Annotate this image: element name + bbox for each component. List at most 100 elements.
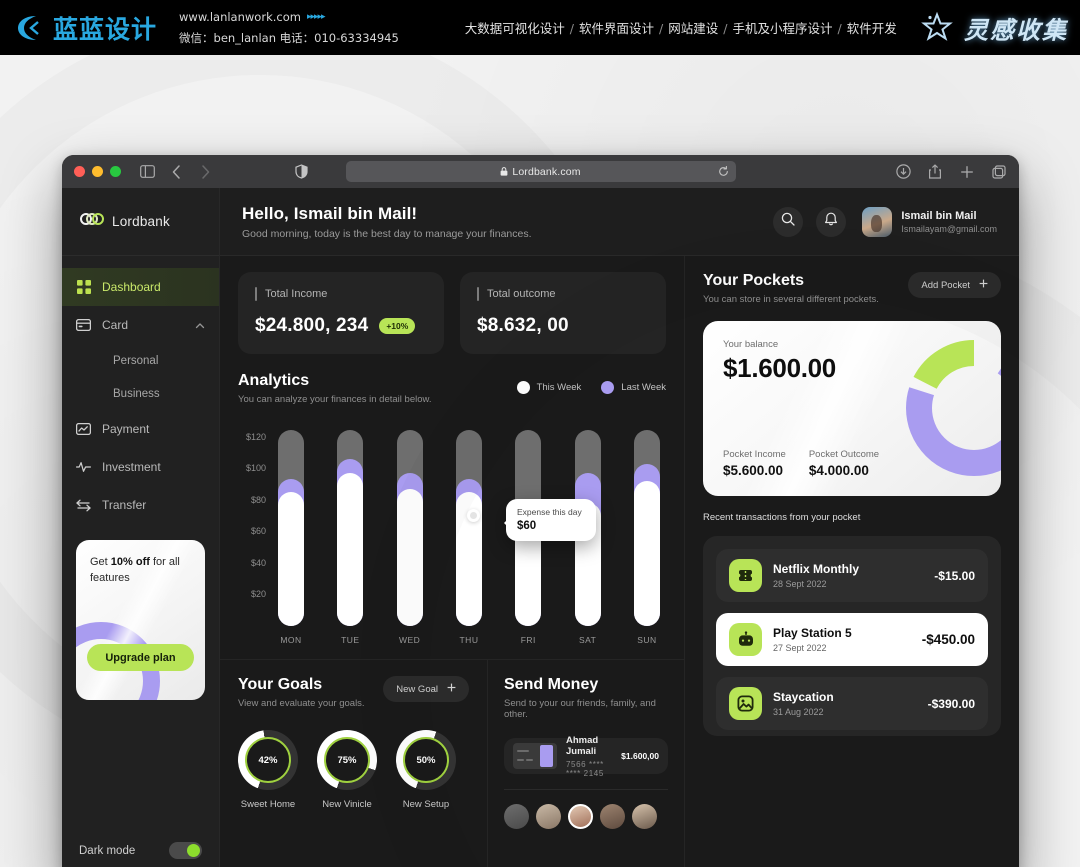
transaction-row[interactable]: Netflix Monthly 28 Sept 2022 -$15.00	[716, 549, 988, 602]
chart-bar-column[interactable]	[396, 421, 423, 626]
y-axis-tick: $100	[245, 463, 266, 474]
bar-last-week	[515, 521, 542, 626]
legend-last-week[interactable]: Last Week	[601, 381, 666, 394]
chart-plot-area	[272, 421, 666, 626]
download-icon[interactable]	[895, 164, 911, 180]
goal-item[interactable]: 42% Sweet Home	[238, 730, 298, 810]
window-traffic-lights[interactable]	[74, 166, 121, 177]
pocket-balance-card: Your balance $1.600.00 Pocket Income $5.…	[703, 321, 1001, 496]
contact-avatar[interactable]	[536, 804, 561, 829]
tab-overview-icon[interactable]	[991, 164, 1007, 180]
sidebar-toggle-icon[interactable]	[139, 164, 155, 180]
maximize-icon[interactable]	[110, 166, 121, 177]
chart-bar-column[interactable]	[337, 421, 364, 626]
app-brand-name: Lordbank	[112, 214, 170, 229]
transaction-date: 28 Sept 2022	[773, 579, 827, 589]
transfer-icon	[76, 498, 91, 513]
x-axis-label: SAT	[578, 635, 597, 645]
goal-progress-ring: 50%	[396, 730, 456, 790]
plus-icon	[447, 683, 456, 695]
sidebar-item-label: Transfer	[102, 498, 147, 512]
sidebar-item-dashboard[interactable]: Dashboard	[62, 268, 219, 306]
legend-label: This Week	[536, 382, 582, 393]
chart-bar-column[interactable]	[574, 421, 601, 626]
sidebar-item-payment[interactable]: Payment	[62, 410, 219, 448]
browser-window: Lordbank.com Lordbank Dashboard Card Per…	[62, 155, 1019, 867]
pockets-column: Your Pockets You can store in several di…	[685, 256, 1019, 867]
x-axis-label: FRI	[520, 635, 536, 645]
shield-icon[interactable]	[294, 164, 309, 179]
user-email: Ismailayam@gmail.com	[901, 223, 997, 234]
chart-legend: This Week Last Week	[516, 372, 666, 394]
minimize-icon[interactable]	[92, 166, 103, 177]
legend-swatch-icon	[601, 381, 615, 394]
content-area: Total Income $24.800, 234 +10% Total out…	[220, 256, 1019, 867]
dark-mode-toggle[interactable]	[169, 842, 202, 859]
transaction-row[interactable]: Play Station 5 27 Sept 2022 -$450.00	[716, 613, 988, 666]
y-axis-tick: $40	[250, 557, 266, 568]
app-brand[interactable]: Lordbank	[62, 188, 219, 256]
chart-tooltip-anchor[interactable]	[467, 509, 480, 522]
share-icon[interactable]	[927, 164, 943, 180]
sidebar-item-investment[interactable]: Investment	[62, 448, 219, 486]
close-icon[interactable]	[74, 166, 85, 177]
add-pocket-button[interactable]: Add Pocket	[908, 272, 1001, 298]
avatar	[862, 206, 893, 237]
app-root: Lordbank Dashboard Card Personal Busines…	[62, 188, 1019, 867]
bar-last-week	[574, 473, 601, 626]
service-separator: /	[659, 21, 664, 36]
analytics-bar-chart: $20 $40 $60 $80 $100 $120 Expense this day $6…	[238, 421, 666, 626]
analytics-header: Analytics You can analyze your finances …	[238, 372, 666, 405]
sidebar-item-card[interactable]: Card	[62, 306, 219, 344]
user-profile[interactable]: Ismail bin Mail Ismailayam@gmail.com	[862, 206, 997, 237]
chart-bar-column[interactable]	[278, 421, 304, 626]
sidebar-subitem-personal[interactable]: Personal	[62, 344, 219, 377]
legend-this-week[interactable]: This Week	[516, 381, 582, 394]
upgrade-plan-button[interactable]: Upgrade plan	[87, 644, 194, 671]
analytics-section: Analytics You can analyze your finances …	[220, 354, 684, 645]
goal-item[interactable]: 50% New Setup	[396, 730, 456, 810]
chart-bar-column[interactable]	[515, 421, 542, 626]
transaction-date: 31 Aug 2022	[773, 707, 824, 717]
back-icon[interactable]	[168, 164, 184, 180]
page-subtitle: Good morning, today is the best day to m…	[242, 227, 532, 240]
sidebar-item-label: Card	[102, 318, 129, 332]
search-icon	[781, 212, 795, 231]
goal-percent: 75%	[324, 737, 370, 783]
promo-text: Get 10% off for all features	[76, 540, 205, 587]
y-axis-tick: $80	[250, 494, 266, 505]
contact-avatar[interactable]	[600, 804, 625, 829]
search-button[interactable]	[773, 206, 804, 237]
bar-track	[574, 430, 601, 626]
transaction-name: Netflix Monthly	[773, 562, 859, 576]
send-money-card[interactable]: Ahmad Jumali 7566 **** **** 2145 $1.600,…	[504, 735, 668, 778]
address-bar[interactable]: Lordbank.com	[345, 161, 736, 182]
bar-this-week	[278, 491, 304, 626]
tooltip-value: $60	[517, 520, 537, 532]
transaction-row[interactable]: Staycation 31 Aug 2022 -$390.00	[716, 677, 988, 730]
contact-avatar[interactable]	[504, 804, 529, 829]
bar-last-week	[455, 479, 482, 626]
new-goal-button[interactable]: New Goal	[383, 676, 469, 702]
new-goal-label: New Goal	[396, 683, 438, 695]
website-text: www.lanlanwork.com	[179, 10, 301, 25]
sidebar-item-transfer[interactable]: Transfer	[62, 486, 219, 524]
reload-icon[interactable]	[718, 165, 729, 177]
pocket-outcome-label: Pocket Outcome	[808, 449, 880, 460]
bell-icon	[824, 212, 838, 232]
chart-bar-column[interactable]	[633, 421, 660, 626]
new-tab-icon[interactable]	[959, 164, 975, 180]
lock-icon	[500, 167, 508, 176]
sidebar-subitem-business[interactable]: Business	[62, 377, 219, 410]
contact-avatar[interactable]	[632, 804, 657, 829]
notifications-button[interactable]	[816, 206, 847, 237]
service-item: 手机及小程序设计	[732, 21, 833, 36]
contact-avatars	[504, 804, 668, 829]
forward-icon[interactable]	[197, 164, 213, 180]
pocket-outcome-block: Pocket Outcome $4.000.00	[809, 449, 879, 478]
chart-bar-column[interactable]	[455, 421, 482, 626]
goal-item[interactable]: 75% New Vinicle	[317, 730, 377, 810]
transaction-details: Staycation 31 Aug 2022	[773, 690, 834, 717]
contact-avatar[interactable]	[568, 804, 593, 829]
browser-chrome: Lordbank.com	[62, 155, 1019, 188]
